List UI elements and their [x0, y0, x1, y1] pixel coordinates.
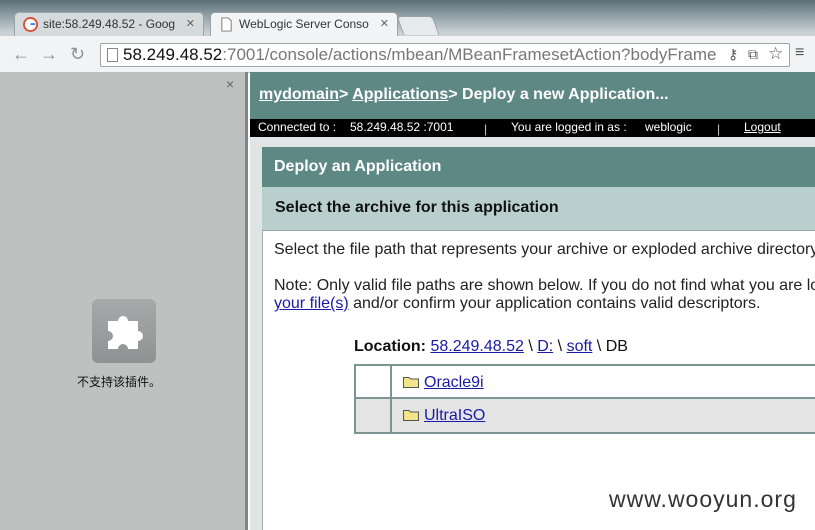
breadcrumb-current: Deploy a new Application...	[462, 86, 669, 103]
status-separator: |	[484, 122, 488, 136]
location-drive-link[interactable]: D:	[537, 338, 553, 355]
status-separator: |	[717, 122, 721, 136]
note-text-rest: and/or confirm your application contains…	[348, 295, 761, 312]
breadcrumb: mydomain> Applications> Deploy a new App…	[250, 72, 815, 119]
page-icon	[107, 48, 118, 62]
note-text-line1: Note: Only valid file paths are shown be…	[274, 277, 815, 294]
star-icon[interactable]: ☆	[768, 44, 783, 64]
select-cell[interactable]	[356, 399, 392, 432]
path-separator: \	[592, 338, 606, 355]
tab-weblogic-console[interactable]: WebLogic Server Conso ✕	[210, 12, 398, 36]
url-path: :7001/console/actions/mbean/MBeanFramese…	[222, 45, 717, 64]
path-separator: \	[553, 338, 567, 355]
folder-link[interactable]: UltraISO	[424, 407, 485, 425]
instruction-text: Select the file path that represents you…	[274, 241, 815, 258]
file-list: Oracle9i UltraISO	[354, 364, 815, 434]
panel-title: Deploy an Application	[262, 147, 815, 187]
breadcrumb-separator: >	[339, 86, 353, 103]
panel-subtitle: Select the archive for this application	[262, 187, 815, 231]
location-current: DB	[605, 338, 628, 355]
status-bar: Connected to : 58.249.48.52 :7001 | You …	[250, 119, 815, 137]
table-row: Oracle9i	[356, 366, 815, 399]
table-row: UltraISO	[356, 399, 815, 432]
breadcrumb-separator: >	[448, 86, 463, 103]
translate-icon[interactable]: ⧉	[748, 46, 758, 63]
location-folder-link[interactable]: soft	[567, 338, 593, 355]
tab-google-search[interactable]: site:58.249.48.52 - Goog ✕	[14, 12, 204, 36]
select-cell[interactable]	[356, 366, 392, 397]
google-icon	[23, 17, 38, 32]
upload-files-link[interactable]: your file(s)	[274, 295, 349, 312]
puzzle-icon	[92, 299, 156, 363]
location-label: Location:	[354, 338, 426, 355]
location-host-link[interactable]: 58.249.48.52	[430, 338, 523, 355]
note-text-line2: your file(s) and/or confirm your applica…	[274, 295, 760, 313]
folder-icon	[403, 377, 419, 388]
key-icon[interactable]: ⚷	[728, 46, 738, 63]
location-path: Location: 58.249.48.52 \ D: \ soft \ DB	[354, 338, 628, 356]
breadcrumb-applications-link[interactable]: Applications	[352, 86, 448, 103]
folder-link[interactable]: Oracle9i	[424, 374, 484, 392]
url-host: 58.249.48.52	[123, 45, 223, 64]
new-tab-button[interactable]	[396, 16, 440, 35]
connected-value: 58.249.48.52 :7001	[350, 120, 454, 134]
connected-label: Connected to :	[258, 120, 337, 134]
close-icon[interactable]: ×	[226, 76, 234, 92]
close-icon[interactable]: ✕	[186, 17, 195, 30]
tab-label: site:58.249.48.52 - Goog	[43, 17, 176, 31]
tab-label: WebLogic Server Conso	[239, 17, 369, 31]
close-icon[interactable]: ✕	[380, 17, 389, 30]
watermark: www.wooyun.org	[609, 486, 797, 512]
page-icon	[221, 17, 232, 32]
address-bar[interactable]: 58.249.48.52:7001/console/actions/mbean/…	[100, 43, 790, 67]
plugin-unsupported-message: 不支持该插件。	[77, 375, 162, 389]
logged-in-user: weblogic	[645, 120, 692, 134]
logout-link[interactable]: Logout	[744, 119, 781, 136]
logged-in-label: You are logged in as :	[511, 120, 627, 134]
back-icon[interactable]: ←	[12, 44, 30, 65]
forward-icon[interactable]: →	[40, 44, 58, 65]
folder-icon	[403, 410, 419, 421]
path-separator: \	[523, 338, 538, 355]
breadcrumb-domain-link[interactable]: mydomain	[259, 86, 339, 103]
reload-icon[interactable]: ↻	[70, 44, 85, 65]
wrench-icon[interactable]: ≡	[795, 44, 804, 62]
